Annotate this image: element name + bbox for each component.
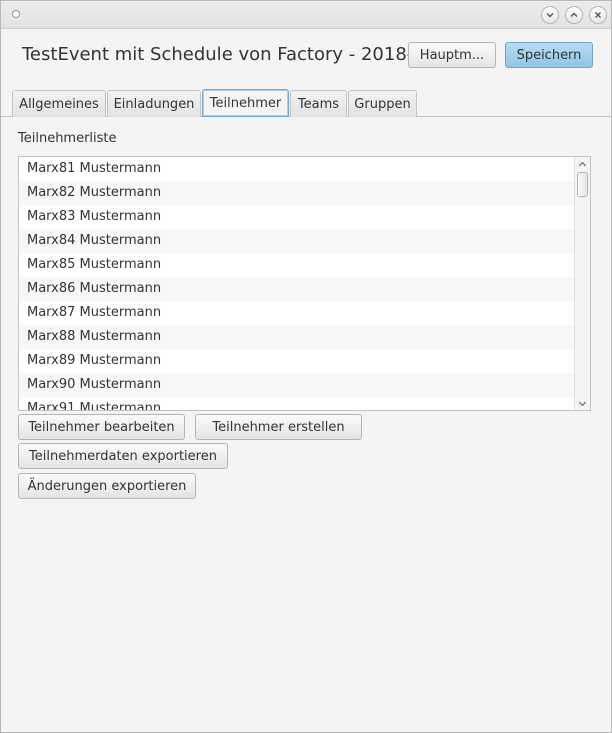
save-button[interactable]: Speichern xyxy=(505,42,593,68)
export-changes-button[interactable]: Änderungen exportieren xyxy=(18,473,196,499)
list-item[interactable]: Marx84 Mustermann xyxy=(19,229,575,253)
list-item[interactable]: Marx85 Mustermann xyxy=(19,253,575,277)
window-menu-icon[interactable] xyxy=(12,10,20,18)
tab-teams[interactable]: Teams xyxy=(290,90,347,117)
maximize-button[interactable] xyxy=(565,6,583,24)
list-item[interactable]: Marx90 Mustermann xyxy=(19,373,575,397)
title-bar xyxy=(1,1,611,29)
list-item[interactable]: Marx83 Mustermann xyxy=(19,205,575,229)
list-scrollbar[interactable] xyxy=(574,157,590,410)
edit-participant-button[interactable]: Teilnehmer bearbeiten xyxy=(18,414,185,440)
list-item[interactable]: Marx86 Mustermann xyxy=(19,277,575,301)
participants-list-items: Marx81 Mustermann Marx82 Mustermann Marx… xyxy=(19,157,575,410)
tab-allgemeines[interactable]: Allgemeines xyxy=(12,90,106,117)
list-item[interactable]: Marx82 Mustermann xyxy=(19,181,575,205)
scroll-thumb[interactable] xyxy=(577,172,588,197)
scroll-down-icon[interactable] xyxy=(578,399,587,408)
scroll-up-icon[interactable] xyxy=(578,160,587,169)
list-item[interactable]: Marx88 Mustermann xyxy=(19,325,575,349)
list-item[interactable]: Marx87 Mustermann xyxy=(19,301,575,325)
close-button[interactable] xyxy=(589,6,607,24)
create-participant-button[interactable]: Teilnehmer erstellen xyxy=(195,414,362,440)
app-window: TestEvent mit Schedule von Factory - 201… xyxy=(0,0,612,733)
header: TestEvent mit Schedule von Factory - 201… xyxy=(1,29,611,84)
minimize-button[interactable] xyxy=(541,6,559,24)
participants-list-label: Teilnehmerliste xyxy=(18,131,117,146)
export-participant-data-button[interactable]: Teilnehmerdaten exportieren xyxy=(18,443,228,469)
tab-einladungen[interactable]: Einladungen xyxy=(107,90,201,117)
tab-teilnehmer[interactable]: Teilnehmer xyxy=(202,89,289,117)
list-item[interactable]: Marx81 Mustermann xyxy=(19,157,575,181)
tab-bar: Allgemeines Einladungen Teilnehmer Teams… xyxy=(1,85,611,117)
list-item[interactable]: Marx91 Mustermann xyxy=(19,397,575,410)
close-icon xyxy=(595,12,601,18)
list-item[interactable]: Marx89 Mustermann xyxy=(19,349,575,373)
page-title: TestEvent mit Schedule von Factory - 201… xyxy=(22,44,442,65)
participants-list[interactable]: Marx81 Mustermann Marx82 Mustermann Marx… xyxy=(18,156,591,411)
maximize-icon xyxy=(570,12,578,17)
main-menu-button[interactable]: Hauptm... xyxy=(408,42,496,68)
minimize-icon xyxy=(546,13,554,18)
tab-gruppen[interactable]: Gruppen xyxy=(348,90,417,117)
